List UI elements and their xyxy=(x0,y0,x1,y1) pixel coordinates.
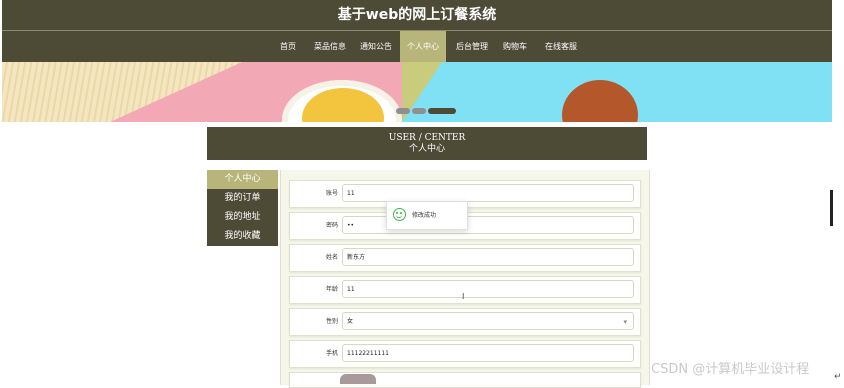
gender-label: 性别 xyxy=(325,318,338,325)
sidebar-item-my-orders[interactable]: 我的订单 xyxy=(207,189,278,208)
name-label: 姓名 xyxy=(325,254,338,261)
sidebar-item-my-favorites[interactable]: 我的收藏 xyxy=(207,227,278,246)
success-toast: 修改成功 xyxy=(386,201,468,230)
text-cursor-icon: I xyxy=(462,292,465,301)
form-row-age: 年龄 11 xyxy=(289,276,641,304)
return-icon: ↵ xyxy=(834,372,842,382)
password-label: 密码 xyxy=(325,222,338,229)
section-header: USER / CENTER 个人中心 xyxy=(207,127,647,160)
chevron-down-icon[interactable]: ▾ xyxy=(623,313,627,331)
form-row-gender: 性别 女 ▾ xyxy=(289,308,641,336)
carousel-dot-2[interactable] xyxy=(412,108,426,114)
carousel-dot-3[interactable] xyxy=(428,108,456,114)
app-header: 基于web的网上订餐系统 xyxy=(2,0,832,30)
toast-message: 修改成功 xyxy=(412,212,437,219)
page-scrollbar[interactable] xyxy=(830,190,833,226)
phone-field[interactable]: 11122211111 xyxy=(342,344,634,362)
main-nav: 首页 菜品信息 通知公告 个人中心 后台管理 购物车 在线客服 xyxy=(2,30,832,62)
nav-admin[interactable]: 后台管理 xyxy=(452,31,492,62)
nav-dishes[interactable]: 菜品信息 xyxy=(310,31,350,62)
account-label: 账号 xyxy=(325,190,338,197)
nav-notices[interactable]: 通知公告 xyxy=(356,31,396,62)
sidebar-item-user-center[interactable]: 个人中心 xyxy=(207,170,278,189)
name-field[interactable]: 新东方 xyxy=(342,248,634,266)
sidebar-item-my-addresses[interactable]: 我的地址 xyxy=(207,208,278,227)
age-label: 年龄 xyxy=(325,286,338,293)
phone-label: 手机 xyxy=(325,350,338,357)
nav-support[interactable]: 在线客服 xyxy=(539,31,583,62)
form-row-name: 姓名 新东方 xyxy=(289,244,641,272)
app-title: 基于web的网上订餐系统 xyxy=(337,7,497,23)
nav-user-center[interactable]: 个人中心 xyxy=(400,31,446,62)
nav-cart[interactable]: 购物车 xyxy=(498,31,532,62)
nav-home[interactable]: 首页 xyxy=(273,31,303,62)
user-sidebar: 个人中心 我的订单 我的地址 我的收藏 xyxy=(207,170,278,246)
section-title-en: USER / CENTER xyxy=(388,133,466,143)
form-row-phone: 手机 11122211111 xyxy=(289,340,641,368)
carousel-dot-1[interactable] xyxy=(396,108,410,114)
smile-icon xyxy=(393,208,406,221)
account-field[interactable]: 11 xyxy=(342,184,634,202)
gender-select[interactable]: 女 ▾ xyxy=(342,312,634,330)
gender-value: 女 xyxy=(347,318,354,325)
watermark: CSDN @计算机毕业设计程 xyxy=(651,362,810,377)
age-field[interactable]: 11 xyxy=(342,280,634,298)
carousel-dots xyxy=(396,108,456,114)
section-title-cn: 个人中心 xyxy=(408,144,445,154)
